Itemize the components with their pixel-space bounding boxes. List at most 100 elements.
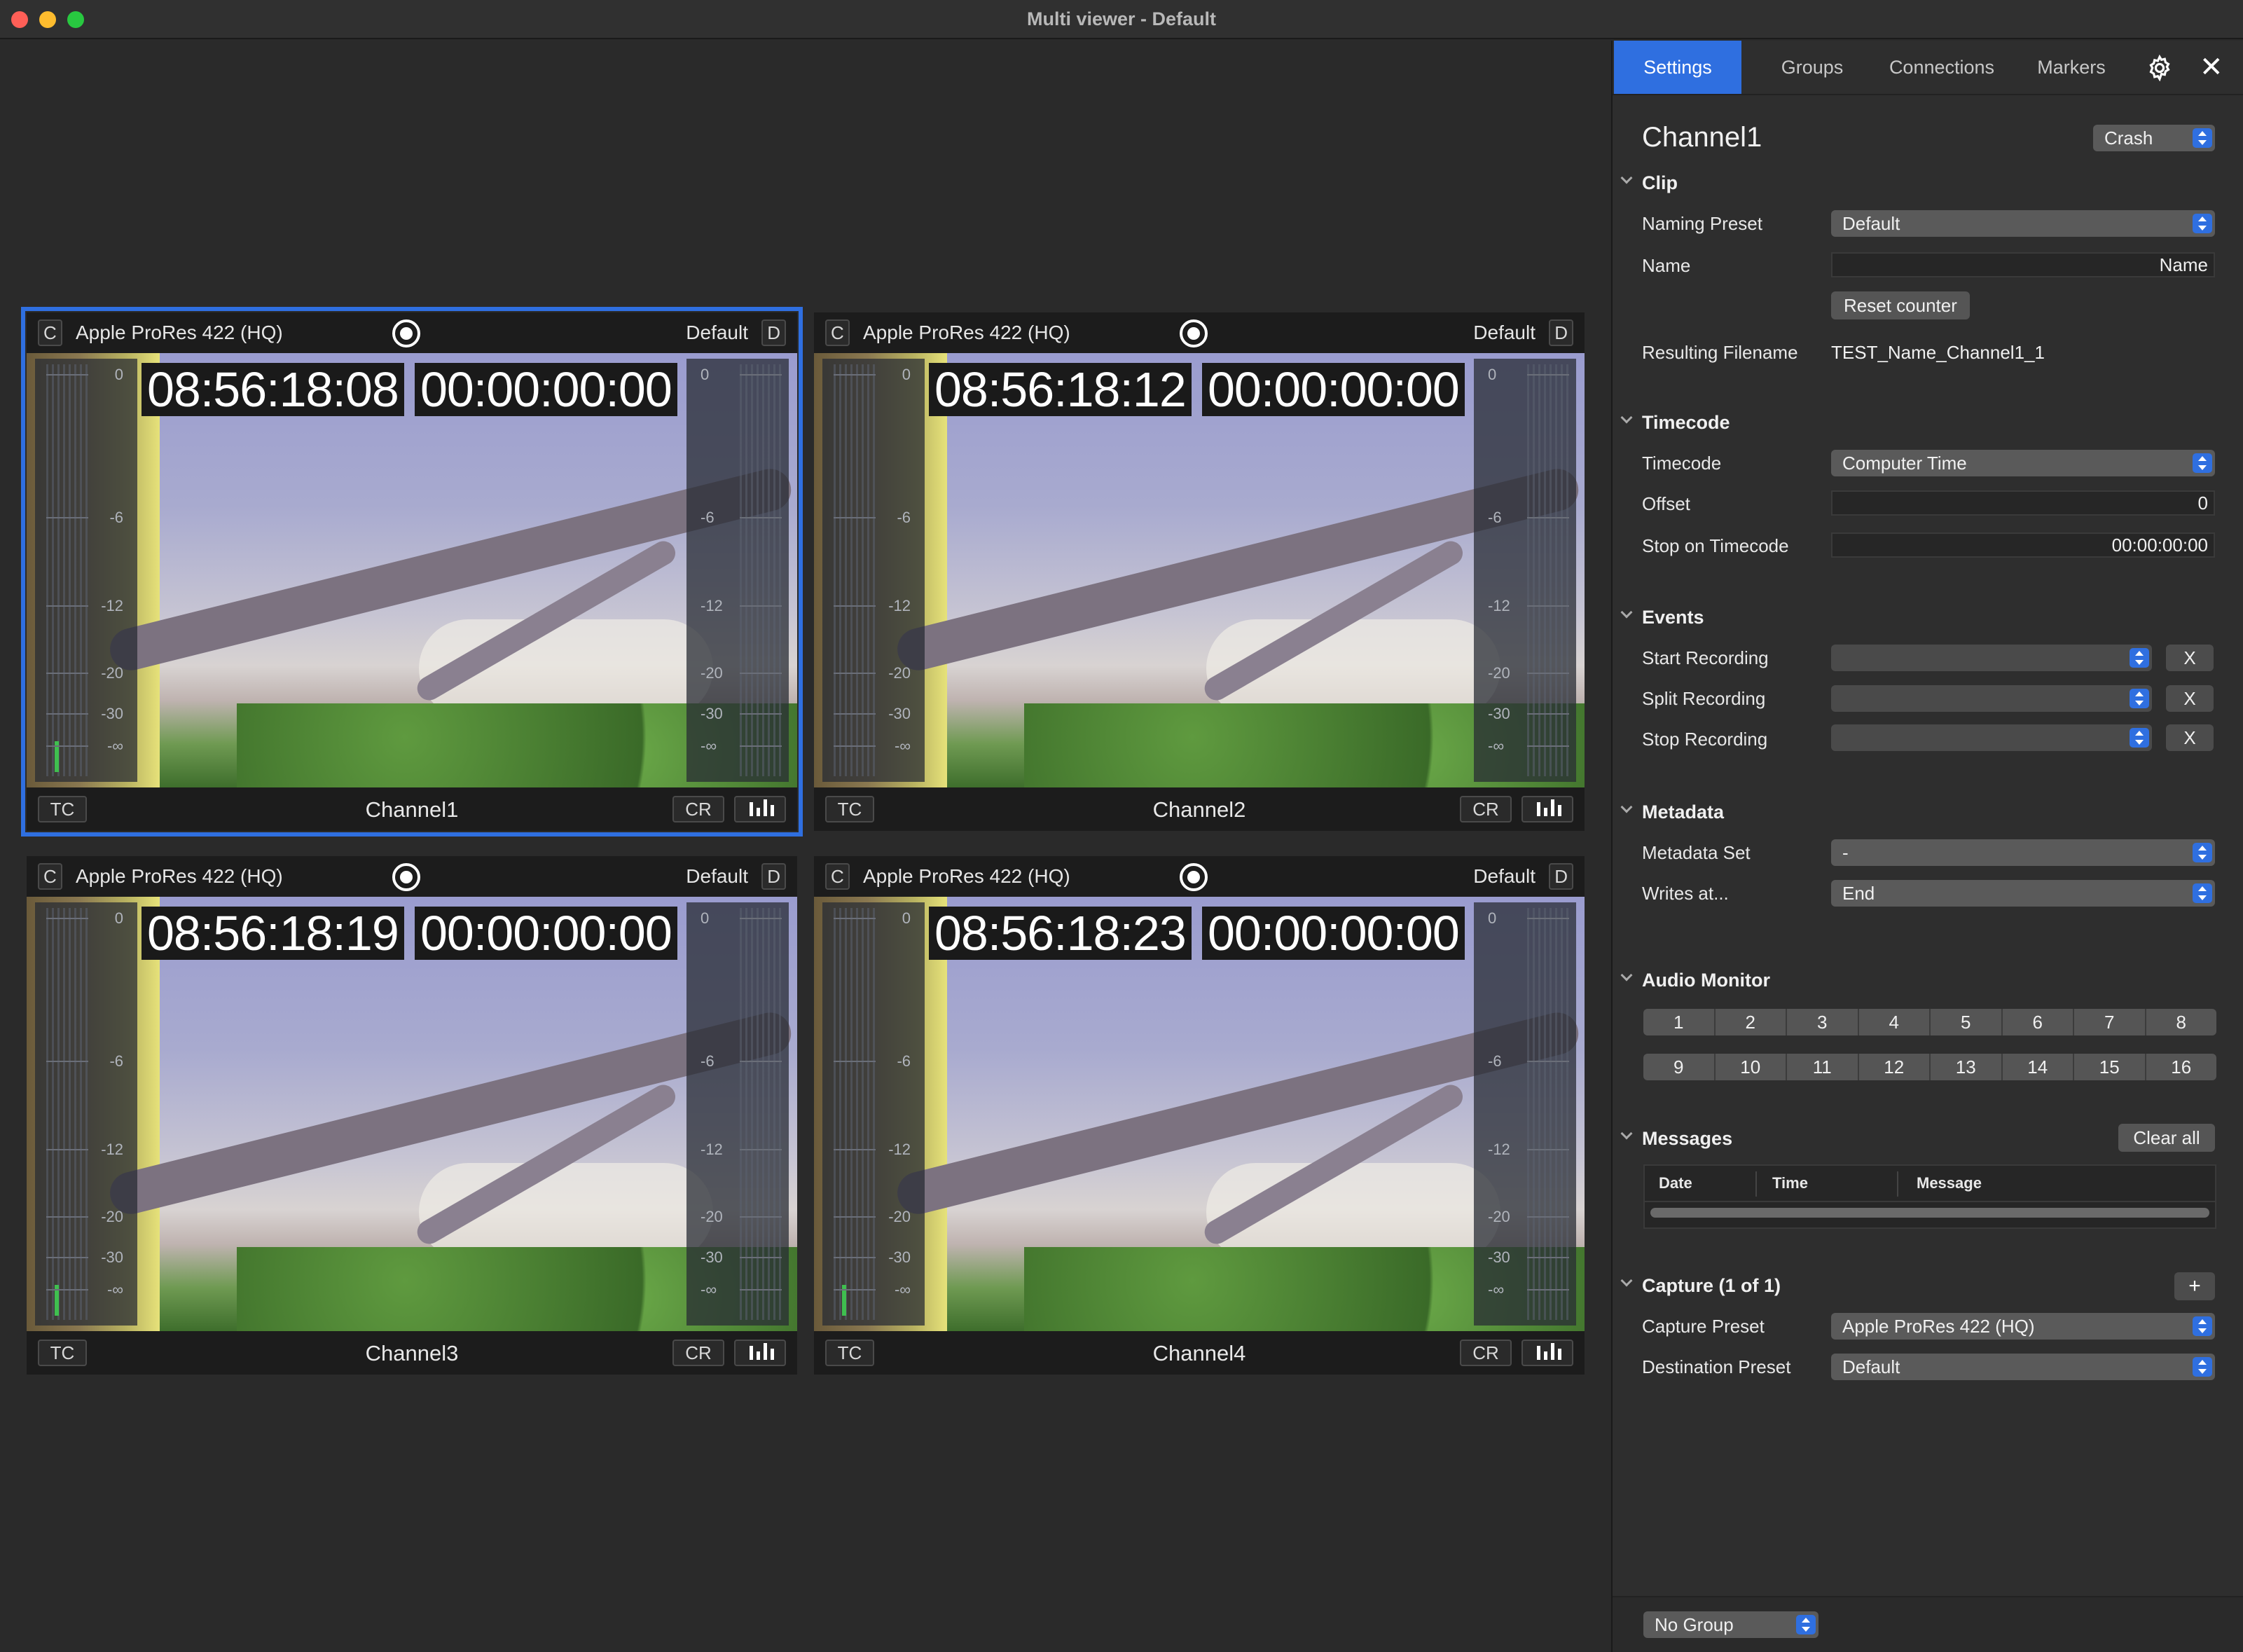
cr-button[interactable]: CR	[1460, 1340, 1512, 1366]
cr-button[interactable]: CR	[672, 796, 724, 822]
meter-tick-label: -20	[1488, 664, 1510, 682]
audio-channel-12[interactable]: 12	[1859, 1054, 1931, 1080]
messages-section-heading: Messages	[1642, 1128, 1733, 1149]
c-button[interactable]: C	[825, 319, 850, 346]
audio-channel-4[interactable]: 4	[1859, 1009, 1931, 1035]
chevron-down-icon[interactable]	[1620, 606, 1633, 619]
c-button[interactable]: C	[38, 863, 62, 890]
capture-preset-select[interactable]: Apple ProRes 422 (HQ)	[1831, 1313, 2215, 1340]
d-button[interactable]: D	[761, 319, 786, 346]
column-message[interactable]: Message	[1917, 1174, 1982, 1192]
metadata-set-select[interactable]: -	[1831, 839, 2215, 866]
audio-channel-13[interactable]: 13	[1931, 1054, 2003, 1080]
stop-on-timecode-field[interactable]: 00:00:00:00	[1831, 532, 2215, 558]
audio-bars-icon[interactable]	[1521, 796, 1573, 822]
record-icon[interactable]	[392, 863, 420, 891]
clear-split-recording-button[interactable]: X	[2166, 685, 2214, 712]
reset-counter-button[interactable]: Reset counter	[1831, 291, 1970, 319]
meter-tick-line	[46, 1289, 88, 1290]
cr-button[interactable]: CR	[1460, 796, 1512, 822]
clear-start-recording-button[interactable]: X	[2166, 645, 2214, 671]
audio-channel-2[interactable]: 2	[1716, 1009, 1787, 1035]
split-recording-select[interactable]	[1831, 685, 2152, 712]
audio-channel-8[interactable]: 8	[2146, 1009, 2217, 1035]
naming-preset-label: Naming Preset	[1642, 213, 1762, 234]
c-button[interactable]: C	[38, 319, 62, 346]
meter-tick-label: -30	[101, 705, 123, 722]
chevron-down-icon[interactable]	[1620, 1127, 1633, 1140]
chevron-down-icon[interactable]	[1620, 411, 1633, 424]
channel-tile-3[interactable]: C Apple ProRes 422 (HQ) Default D 0 -6 -12…	[27, 856, 797, 1375]
tile-footer: TC Channel2 CR	[814, 787, 1585, 831]
d-button[interactable]: D	[1549, 863, 1573, 890]
writes-at-select[interactable]: End	[1831, 880, 2215, 907]
audio-channel-3[interactable]: 3	[1787, 1009, 1859, 1035]
meter-tick-line	[46, 673, 88, 674]
clear-all-button[interactable]: Clear all	[2118, 1124, 2215, 1152]
tab-groups[interactable]: Groups	[1760, 41, 1865, 94]
audio-channel-6[interactable]: 6	[2003, 1009, 2074, 1035]
audio-channel-15[interactable]: 15	[2074, 1054, 2146, 1080]
tab-connections[interactable]: Connections	[1872, 41, 2012, 94]
tab-markers[interactable]: Markers	[2019, 41, 2124, 94]
meter-tick-label: -6	[700, 1052, 715, 1070]
audio-channels-row-1: 1 2 3 4 5 6 7 8	[1643, 1009, 2216, 1035]
add-capture-button[interactable]: +	[2174, 1272, 2215, 1300]
channel-tile-1[interactable]: C Apple ProRes 422 (HQ) Default D 0 -6 -12…	[21, 307, 803, 837]
naming-preset-select[interactable]: Default	[1831, 210, 2215, 237]
audio-meter-right: 0 -6 -12 -20 -30 -∞	[1474, 902, 1576, 1326]
cr-button[interactable]: CR	[672, 1340, 724, 1366]
column-date[interactable]: Date	[1659, 1174, 1692, 1192]
live-timecode: 08:56:18:19	[142, 907, 404, 960]
chevron-down-icon[interactable]	[1620, 172, 1633, 184]
record-icon[interactable]	[392, 319, 420, 347]
offset-field[interactable]: 0	[1831, 490, 2215, 516]
meter-tick-line	[834, 745, 876, 747]
audio-channel-7[interactable]: 7	[2074, 1009, 2146, 1035]
horizontal-scrollbar[interactable]	[1650, 1208, 2209, 1218]
live-timecode: 08:56:18:08	[142, 363, 404, 416]
audio-bars-icon[interactable]	[1521, 1340, 1573, 1366]
audio-channel-5[interactable]: 5	[1931, 1009, 2003, 1035]
c-button[interactable]: C	[825, 863, 850, 890]
d-button[interactable]: D	[1549, 319, 1573, 346]
audio-bars-icon[interactable]	[734, 1340, 786, 1366]
record-icon[interactable]	[1180, 863, 1208, 891]
channel-tile-4[interactable]: C Apple ProRes 422 (HQ) Default D 0 -6 -12…	[814, 856, 1585, 1375]
metadata-set-label: Metadata Set	[1642, 842, 1751, 863]
tab-settings[interactable]: Settings	[1614, 41, 1741, 94]
meter-tick-line	[1527, 605, 1569, 607]
audio-channel-14[interactable]: 14	[2003, 1054, 2074, 1080]
status-select[interactable]: Crash	[2093, 125, 2215, 151]
stop-recording-select[interactable]	[1831, 724, 2152, 751]
meter-tick-line	[834, 713, 876, 715]
stop-recording-label: Stop Recording	[1642, 729, 1768, 750]
tile-header: C Apple ProRes 422 (HQ) Default D	[814, 856, 1585, 897]
name-field[interactable]: Name	[1831, 252, 2215, 277]
chevron-down-icon[interactable]	[1620, 1274, 1633, 1287]
column-time[interactable]: Time	[1772, 1174, 1808, 1192]
chevron-down-icon[interactable]	[1620, 969, 1633, 982]
record-icon[interactable]	[1180, 319, 1208, 347]
clear-stop-recording-button[interactable]: X	[2166, 724, 2214, 751]
chevron-down-icon[interactable]	[1620, 801, 1633, 813]
meter-tick-label: -∞	[700, 737, 717, 755]
channel-tile-2[interactable]: C Apple ProRes 422 (HQ) Default D 0 -6 -12…	[814, 312, 1585, 831]
audio-channel-9[interactable]: 9	[1643, 1054, 1716, 1080]
meter-tick-label: -30	[700, 705, 723, 722]
close-icon[interactable]: ✕	[2200, 53, 2223, 81]
group-select[interactable]: No Group	[1643, 1611, 1818, 1638]
timecode-select[interactable]: Computer Time	[1831, 450, 2215, 476]
audio-bars-icon[interactable]	[734, 796, 786, 822]
chevron-updown-icon	[2193, 843, 2212, 862]
gear-icon[interactable]	[2146, 55, 2173, 81]
audio-channel-11[interactable]: 11	[1787, 1054, 1859, 1080]
d-button[interactable]: D	[761, 863, 786, 890]
meter-tick-line	[46, 1216, 88, 1218]
meter-tick-line	[834, 1289, 876, 1290]
destination-preset-select[interactable]: Default	[1831, 1354, 2215, 1380]
audio-channel-16[interactable]: 16	[2146, 1054, 2217, 1080]
audio-channel-1[interactable]: 1	[1643, 1009, 1716, 1035]
start-recording-select[interactable]	[1831, 645, 2152, 671]
audio-channel-10[interactable]: 10	[1716, 1054, 1787, 1080]
